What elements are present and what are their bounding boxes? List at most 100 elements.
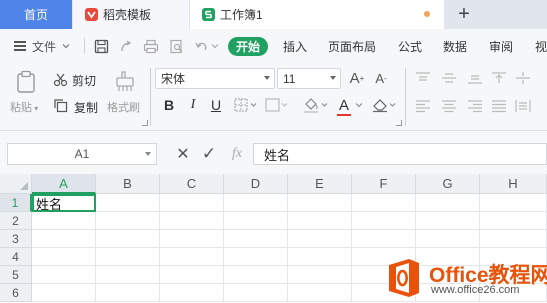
cell-c1[interactable] [160,194,224,212]
insert-function-button[interactable]: fx [227,145,247,163]
cell-h1[interactable] [480,194,547,212]
cell-g1[interactable] [416,194,480,212]
menu-tab-page-layout[interactable]: 页面布局 [328,37,376,56]
print-icon[interactable] [142,37,160,55]
cell-d2[interactable] [224,212,288,230]
increase-font-size-button[interactable]: A + [348,68,366,89]
middle-align-icon[interactable] [514,70,532,86]
copy-icon[interactable] [52,97,68,113]
cell-e5[interactable] [288,266,352,284]
row-header-4[interactable]: 4 [0,248,32,266]
row-header-6[interactable]: 6 [0,284,32,302]
format-painter-button[interactable]: 格式刷 [107,99,140,115]
menu-tab-insert[interactable]: 插入 [283,37,307,56]
align-top-icon[interactable] [414,70,432,86]
new-tab-button[interactable]: + [444,0,484,29]
print-preview-icon[interactable] [167,37,185,55]
cell-c5[interactable] [160,266,224,284]
top-align-icon[interactable] [490,70,508,86]
cell-g2[interactable] [416,212,480,230]
cell-b3[interactable] [96,230,160,248]
align-right-icon[interactable] [466,98,484,114]
cell-c4[interactable] [160,248,224,266]
distributed-align-icon[interactable] [514,98,532,114]
clear-format-button[interactable] [370,95,398,115]
cell-d1[interactable] [224,194,288,212]
cell-b5[interactable] [96,266,160,284]
cell-c3[interactable] [160,230,224,248]
borders-button[interactable] [233,96,259,114]
cell-b6[interactable] [96,284,160,302]
cell-b4[interactable] [96,248,160,266]
font-color-button[interactable]: A [336,94,364,116]
select-all-button[interactable] [0,174,32,194]
cell-e3[interactable] [288,230,352,248]
menu-tab-home[interactable]: 开始 [228,37,268,56]
tab-daoke-templates[interactable]: 稻壳模板 [73,0,189,29]
menu-tab-view[interactable]: 视 [535,37,547,56]
cell-f3[interactable] [352,230,416,248]
merge-cells-button[interactable] [264,96,290,114]
copy-button[interactable]: 复制 [74,99,98,116]
align-left-icon[interactable] [414,98,432,114]
cell-e1[interactable] [288,194,352,212]
cell-b1[interactable] [96,194,160,212]
row-header-5[interactable]: 5 [0,266,32,284]
cell-a2[interactable] [32,212,96,230]
cell-d6[interactable] [224,284,288,302]
cell-a5[interactable] [32,266,96,284]
save-icon[interactable] [92,37,110,55]
column-header-d[interactable]: D [224,174,288,194]
cell-a3[interactable] [32,230,96,248]
justify-icon[interactable] [490,98,508,114]
cell-a6[interactable] [32,284,96,302]
column-header-c[interactable]: C [160,174,224,194]
font-name-select[interactable]: 宋体 [155,68,275,89]
cell-d3[interactable] [224,230,288,248]
menu-tab-review[interactable]: 审阅 [489,37,513,56]
menu-tab-data[interactable]: 数据 [443,37,467,56]
tab-home[interactable]: 首页 [0,0,72,29]
column-header-h[interactable]: H [480,174,547,194]
column-header-f[interactable]: F [352,174,416,194]
menu-tab-formulas[interactable]: 公式 [398,37,422,56]
more-quick-tools-icon[interactable] [208,37,222,55]
cell-c6[interactable] [160,284,224,302]
name-box[interactable]: A1 [7,143,157,165]
align-center-icon[interactable] [440,98,458,114]
row-header-1[interactable]: 1 [0,194,32,212]
cut-button[interactable]: 剪切 [72,72,96,89]
row-header-2[interactable]: 2 [0,212,32,230]
file-menu-button[interactable]: 文件 [14,37,71,55]
formula-input[interactable]: 姓名 [253,143,547,165]
fill-color-button[interactable] [302,96,330,114]
column-header-a[interactable]: A [32,174,96,194]
cell-e4[interactable] [288,248,352,266]
paste-button[interactable]: 粘贴 ▾ [10,99,38,115]
align-bottom-icon[interactable] [466,70,484,86]
cell-h2[interactable] [480,212,547,230]
cell-h3[interactable] [480,230,547,248]
paste-icon[interactable] [14,69,38,95]
underline-button[interactable]: U [207,95,225,115]
column-header-e[interactable]: E [288,174,352,194]
cell-a1[interactable]: 姓名 [32,194,96,212]
format-painter-icon[interactable] [112,68,138,94]
column-header-b[interactable]: B [96,174,160,194]
clipboard-expand-icon[interactable] [142,120,148,126]
column-header-g[interactable]: G [416,174,480,194]
row-header-3[interactable]: 3 [0,230,32,248]
italic-button[interactable]: I [184,95,202,115]
cell-e6[interactable] [288,284,352,302]
export-pdf-icon[interactable] [117,37,135,55]
cell-d5[interactable] [224,266,288,284]
font-size-select[interactable]: 11 [277,68,341,89]
font-expand-icon[interactable] [396,120,402,126]
cancel-entry-button[interactable]: ✕ [174,145,192,163]
cell-c2[interactable] [160,212,224,230]
align-middle-icon[interactable] [440,70,458,86]
cell-b2[interactable] [96,212,160,230]
cell-a4[interactable] [32,248,96,266]
confirm-entry-button[interactable]: ✓ [200,144,218,163]
scissors-icon[interactable] [52,71,68,87]
